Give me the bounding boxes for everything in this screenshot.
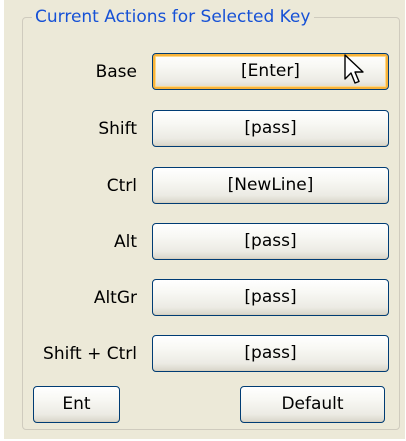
shift-ctrl-action-button[interactable]: [pass] <box>152 335 389 372</box>
shift-action-button[interactable]: [pass] <box>152 110 389 147</box>
arrow-pointer-icon <box>344 54 364 84</box>
shift-ctrl-label: Shift + Ctrl <box>43 344 137 364</box>
key-name-button[interactable]: Ent <box>33 386 120 423</box>
altgr-action-button[interactable]: [pass] <box>152 279 389 316</box>
alt-action-button[interactable]: [pass] <box>152 223 389 260</box>
shift-label: Shift <box>98 119 137 139</box>
key-actions-panel: Current Actions for Selected Key Base [E… <box>4 0 405 439</box>
ctrl-action-button[interactable]: [NewLine] <box>152 167 389 204</box>
default-button[interactable]: Default <box>240 386 385 423</box>
base-label: Base <box>95 62 137 82</box>
groupbox-title: Current Actions for Selected Key <box>32 6 315 28</box>
ctrl-label: Ctrl <box>106 176 137 196</box>
alt-label: Alt <box>113 232 137 252</box>
altgr-label: AltGr <box>93 288 137 308</box>
